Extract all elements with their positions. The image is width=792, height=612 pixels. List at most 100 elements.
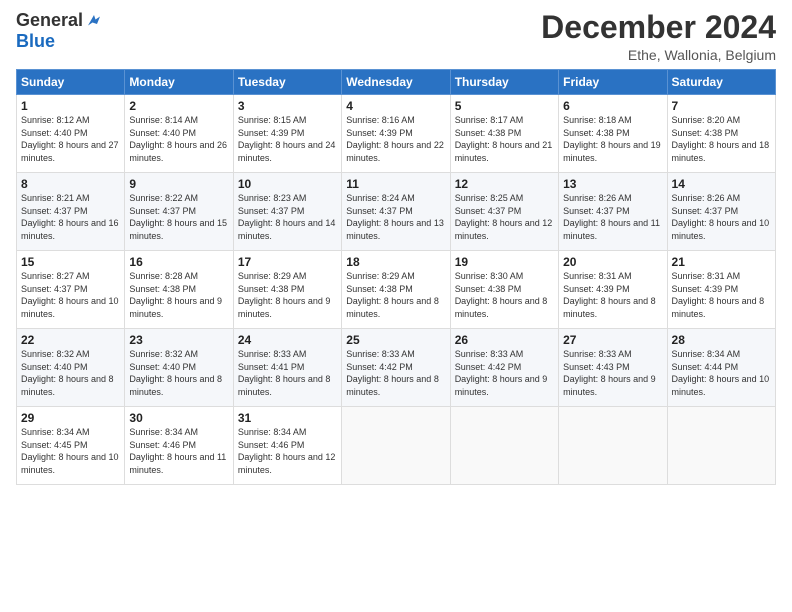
day-number: 29 — [21, 411, 120, 425]
day-info: Sunrise: 8:32 AM Sunset: 4:40 PM Dayligh… — [21, 348, 120, 398]
day-number: 6 — [563, 99, 662, 113]
title-block: December 2024 Ethe, Wallonia, Belgium — [541, 10, 776, 63]
day-info: Sunrise: 8:21 AM Sunset: 4:37 PM Dayligh… — [21, 192, 120, 242]
day-number: 1 — [21, 99, 120, 113]
day-info: Sunrise: 8:32 AM Sunset: 4:40 PM Dayligh… — [129, 348, 228, 398]
day-number: 19 — [455, 255, 554, 269]
month-title: December 2024 — [541, 10, 776, 45]
table-cell: 12 Sunrise: 8:25 AM Sunset: 4:37 PM Dayl… — [450, 173, 558, 251]
day-info: Sunrise: 8:31 AM Sunset: 4:39 PM Dayligh… — [563, 270, 662, 320]
day-info: Sunrise: 8:33 AM Sunset: 4:43 PM Dayligh… — [563, 348, 662, 398]
table-cell: 3 Sunrise: 8:15 AM Sunset: 4:39 PM Dayli… — [233, 95, 341, 173]
day-number: 28 — [672, 333, 771, 347]
day-number: 18 — [346, 255, 445, 269]
table-cell: 22 Sunrise: 8:32 AM Sunset: 4:40 PM Dayl… — [17, 329, 125, 407]
day-info: Sunrise: 8:22 AM Sunset: 4:37 PM Dayligh… — [129, 192, 228, 242]
table-cell: 14 Sunrise: 8:26 AM Sunset: 4:37 PM Dayl… — [667, 173, 775, 251]
table-cell: 18 Sunrise: 8:29 AM Sunset: 4:38 PM Dayl… — [342, 251, 450, 329]
day-number: 27 — [563, 333, 662, 347]
table-cell: 5 Sunrise: 8:17 AM Sunset: 4:38 PM Dayli… — [450, 95, 558, 173]
day-info: Sunrise: 8:33 AM Sunset: 4:42 PM Dayligh… — [455, 348, 554, 398]
day-number: 4 — [346, 99, 445, 113]
day-info: Sunrise: 8:34 AM Sunset: 4:45 PM Dayligh… — [21, 426, 120, 476]
col-thursday: Thursday — [450, 70, 558, 95]
day-number: 8 — [21, 177, 120, 191]
col-wednesday: Wednesday — [342, 70, 450, 95]
day-number: 17 — [238, 255, 337, 269]
table-cell: 16 Sunrise: 8:28 AM Sunset: 4:38 PM Dayl… — [125, 251, 233, 329]
day-info: Sunrise: 8:29 AM Sunset: 4:38 PM Dayligh… — [346, 270, 445, 320]
logo-blue-text: Blue — [16, 31, 55, 52]
day-info: Sunrise: 8:25 AM Sunset: 4:37 PM Dayligh… — [455, 192, 554, 242]
day-number: 20 — [563, 255, 662, 269]
day-number: 25 — [346, 333, 445, 347]
table-cell: 8 Sunrise: 8:21 AM Sunset: 4:37 PM Dayli… — [17, 173, 125, 251]
col-friday: Friday — [559, 70, 667, 95]
day-number: 13 — [563, 177, 662, 191]
table-cell — [559, 407, 667, 485]
day-number: 24 — [238, 333, 337, 347]
day-number: 22 — [21, 333, 120, 347]
table-cell: 17 Sunrise: 8:29 AM Sunset: 4:38 PM Dayl… — [233, 251, 341, 329]
day-info: Sunrise: 8:34 AM Sunset: 4:46 PM Dayligh… — [238, 426, 337, 476]
table-cell: 30 Sunrise: 8:34 AM Sunset: 4:46 PM Dayl… — [125, 407, 233, 485]
col-saturday: Saturday — [667, 70, 775, 95]
table-cell: 25 Sunrise: 8:33 AM Sunset: 4:42 PM Dayl… — [342, 329, 450, 407]
table-row: 8 Sunrise: 8:21 AM Sunset: 4:37 PM Dayli… — [17, 173, 776, 251]
table-cell: 29 Sunrise: 8:34 AM Sunset: 4:45 PM Dayl… — [17, 407, 125, 485]
day-info: Sunrise: 8:30 AM Sunset: 4:38 PM Dayligh… — [455, 270, 554, 320]
location-subtitle: Ethe, Wallonia, Belgium — [541, 47, 776, 63]
table-row: 15 Sunrise: 8:27 AM Sunset: 4:37 PM Dayl… — [17, 251, 776, 329]
day-number: 11 — [346, 177, 445, 191]
table-row: 29 Sunrise: 8:34 AM Sunset: 4:45 PM Dayl… — [17, 407, 776, 485]
day-number: 2 — [129, 99, 228, 113]
day-number: 26 — [455, 333, 554, 347]
day-number: 12 — [455, 177, 554, 191]
table-cell: 10 Sunrise: 8:23 AM Sunset: 4:37 PM Dayl… — [233, 173, 341, 251]
day-info: Sunrise: 8:15 AM Sunset: 4:39 PM Dayligh… — [238, 114, 337, 164]
day-info: Sunrise: 8:18 AM Sunset: 4:38 PM Dayligh… — [563, 114, 662, 164]
day-info: Sunrise: 8:29 AM Sunset: 4:38 PM Dayligh… — [238, 270, 337, 320]
day-number: 10 — [238, 177, 337, 191]
day-info: Sunrise: 8:26 AM Sunset: 4:37 PM Dayligh… — [563, 192, 662, 242]
header-row: Sunday Monday Tuesday Wednesday Thursday… — [17, 70, 776, 95]
table-cell: 28 Sunrise: 8:34 AM Sunset: 4:44 PM Dayl… — [667, 329, 775, 407]
day-info: Sunrise: 8:17 AM Sunset: 4:38 PM Dayligh… — [455, 114, 554, 164]
page-container: General Blue December 2024 Ethe, Walloni… — [0, 0, 792, 493]
table-cell: 7 Sunrise: 8:20 AM Sunset: 4:38 PM Dayli… — [667, 95, 775, 173]
table-cell: 13 Sunrise: 8:26 AM Sunset: 4:37 PM Dayl… — [559, 173, 667, 251]
day-number: 15 — [21, 255, 120, 269]
day-number: 3 — [238, 99, 337, 113]
table-cell — [342, 407, 450, 485]
table-cell: 27 Sunrise: 8:33 AM Sunset: 4:43 PM Dayl… — [559, 329, 667, 407]
table-cell: 23 Sunrise: 8:32 AM Sunset: 4:40 PM Dayl… — [125, 329, 233, 407]
day-info: Sunrise: 8:26 AM Sunset: 4:37 PM Dayligh… — [672, 192, 771, 242]
day-number: 23 — [129, 333, 228, 347]
table-cell: 11 Sunrise: 8:24 AM Sunset: 4:37 PM Dayl… — [342, 173, 450, 251]
table-cell — [450, 407, 558, 485]
day-info: Sunrise: 8:24 AM Sunset: 4:37 PM Dayligh… — [346, 192, 445, 242]
table-row: 22 Sunrise: 8:32 AM Sunset: 4:40 PM Dayl… — [17, 329, 776, 407]
table-cell: 26 Sunrise: 8:33 AM Sunset: 4:42 PM Dayl… — [450, 329, 558, 407]
logo-bird-icon — [85, 12, 103, 30]
table-cell: 15 Sunrise: 8:27 AM Sunset: 4:37 PM Dayl… — [17, 251, 125, 329]
header: General Blue December 2024 Ethe, Walloni… — [16, 10, 776, 63]
day-number: 14 — [672, 177, 771, 191]
day-info: Sunrise: 8:34 AM Sunset: 4:44 PM Dayligh… — [672, 348, 771, 398]
logo: General Blue — [16, 10, 103, 52]
calendar-table: Sunday Monday Tuesday Wednesday Thursday… — [16, 69, 776, 485]
table-cell: 4 Sunrise: 8:16 AM Sunset: 4:39 PM Dayli… — [342, 95, 450, 173]
day-number: 31 — [238, 411, 337, 425]
table-cell — [667, 407, 775, 485]
day-info: Sunrise: 8:27 AM Sunset: 4:37 PM Dayligh… — [21, 270, 120, 320]
day-number: 16 — [129, 255, 228, 269]
table-cell: 9 Sunrise: 8:22 AM Sunset: 4:37 PM Dayli… — [125, 173, 233, 251]
table-cell: 2 Sunrise: 8:14 AM Sunset: 4:40 PM Dayli… — [125, 95, 233, 173]
day-number: 5 — [455, 99, 554, 113]
table-row: 1 Sunrise: 8:12 AM Sunset: 4:40 PM Dayli… — [17, 95, 776, 173]
day-info: Sunrise: 8:14 AM Sunset: 4:40 PM Dayligh… — [129, 114, 228, 164]
day-info: Sunrise: 8:33 AM Sunset: 4:42 PM Dayligh… — [346, 348, 445, 398]
logo-general-text: General — [16, 10, 83, 31]
day-info: Sunrise: 8:16 AM Sunset: 4:39 PM Dayligh… — [346, 114, 445, 164]
day-number: 9 — [129, 177, 228, 191]
